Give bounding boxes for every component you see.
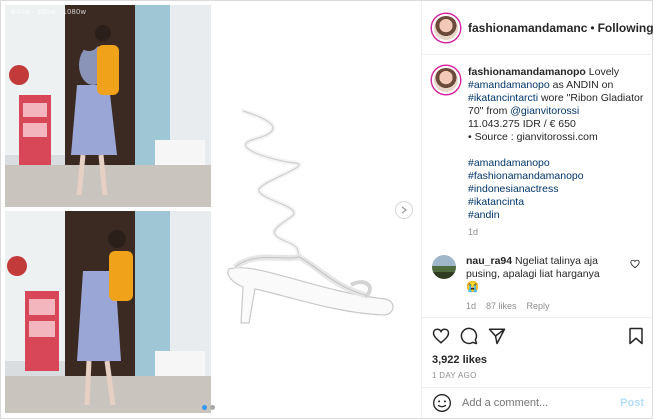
caption-text-as: as ANDIN on (552, 79, 614, 91)
caption: fashionamandamanopo Lovely #amandamanopo… (432, 66, 644, 239)
comment-like-icon[interactable] (630, 259, 640, 269)
comment-likes[interactable]: 87 likes (486, 300, 517, 313)
comment-icon[interactable] (460, 327, 478, 345)
sandal-image (227, 108, 394, 324)
chevron-right-icon (401, 206, 407, 214)
comment-item: nau_ra94 Ngeliat talinya aja pusing, apa… (432, 255, 644, 313)
carousel-dot-1 (202, 405, 207, 410)
caption-hashtag[interactable]: #andin (468, 209, 644, 222)
post-comment-button[interactable]: Post (620, 397, 644, 409)
caption-source: • Source : gianvitorossi.com (468, 131, 598, 143)
emoji-icon[interactable] (432, 393, 452, 413)
comment-body: nau_ra94 Ngeliat talinya aja pusing, apa… (466, 255, 626, 313)
caption-avatar[interactable] (432, 66, 460, 94)
caption-body: fashionamandamanopo Lovely #amandamanopo… (468, 66, 644, 239)
header-separator: • (590, 20, 595, 35)
add-comment-bar: Post (422, 387, 653, 418)
comment-time: 1d (466, 301, 477, 311)
comment-reply-button[interactable]: Reply (527, 300, 550, 313)
comment-emoji: 😭 (466, 281, 480, 293)
save-bookmark-icon[interactable] (628, 327, 644, 345)
share-icon[interactable] (488, 327, 506, 345)
post-timestamp: 1 DAY AGO (432, 371, 477, 380)
caption-hashtag-1[interactable]: #amandamanopo (468, 79, 550, 91)
carousel-dot-2 (210, 405, 215, 410)
comment-avatar[interactable] (432, 255, 456, 279)
carousel-next-button[interactable] (395, 201, 413, 219)
like-icon[interactable] (432, 327, 450, 345)
post-media[interactable]: 640w · 360w · 1080w (1, 1, 421, 418)
caption-text-intro: Lovely (588, 66, 620, 78)
likes-count[interactable]: 3,922 likes (432, 354, 644, 366)
action-icons (432, 324, 644, 348)
caption-hashtag[interactable]: #amandamanopo (468, 157, 644, 170)
comments-section: fashionamandamanopo Lovely #amandamanopo… (422, 56, 653, 316)
post-header: fashionamandamanc • Following (422, 1, 653, 55)
comment-username[interactable]: nau_ra94 (466, 255, 512, 267)
scene-photo-bottom (5, 211, 211, 413)
caption-hashtag-2[interactable]: #ikatancintarcti (468, 92, 538, 104)
caption-username[interactable]: fashionamandamanopo (468, 66, 586, 78)
following-button[interactable]: Following (598, 21, 653, 35)
header-username[interactable]: fashionamandamanc (468, 21, 587, 35)
avatar[interactable] (432, 13, 460, 42)
add-comment-input[interactable] (462, 397, 621, 409)
post-actions: 3,922 likes 1 DAY AGO (422, 317, 653, 387)
caption-hashtag[interactable]: #ikatancinta (468, 196, 644, 209)
carousel-indicator (202, 405, 215, 410)
caption-time: 1d (468, 227, 479, 237)
scene-photo-top: 640w · 360w · 1080w (5, 5, 211, 207)
caption-hashtag[interactable]: #fashionamandamanopo (468, 170, 644, 183)
caption-price: 11.043.275 IDR / € 650 (468, 118, 576, 130)
caption-mention[interactable]: @gianvitorossi (510, 105, 579, 117)
instagram-post: 640w · 360w · 1080w fashionamandamanc • … (0, 0, 653, 419)
comment-meta: 1d 87 likes Reply (466, 300, 626, 313)
watermark-text: 640w · 360w · 1080w (11, 8, 87, 16)
post-side-panel: fashionamandamanc • Following fashionama… (421, 1, 653, 418)
caption-hashtag[interactable]: #indonesianactress (468, 183, 644, 196)
